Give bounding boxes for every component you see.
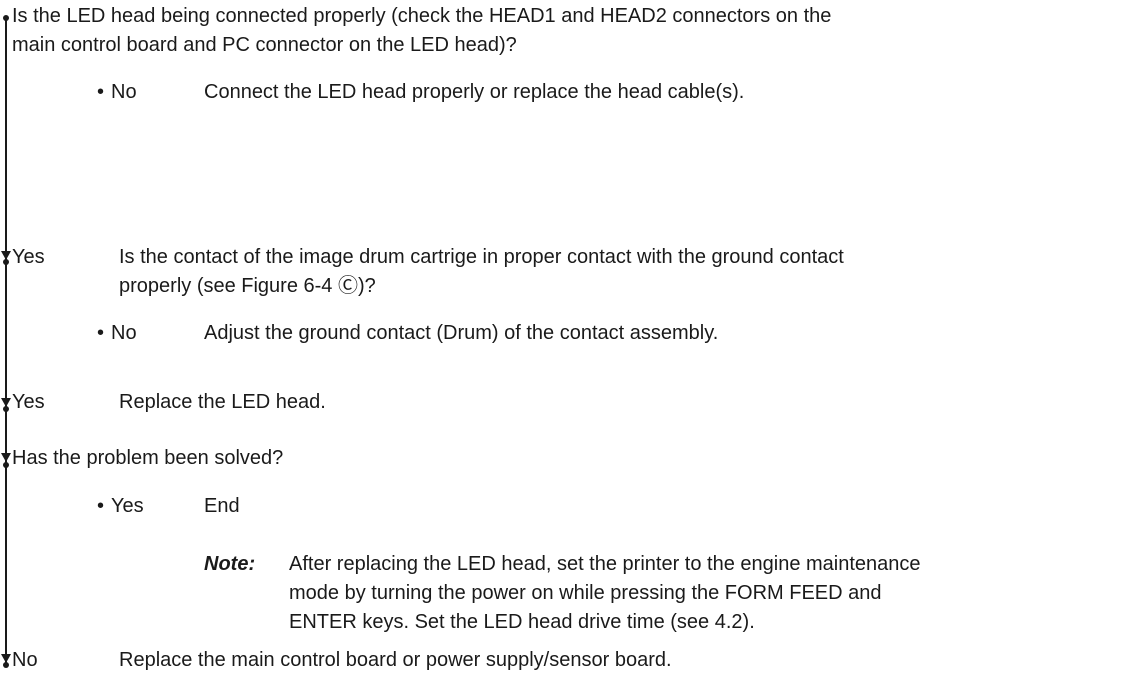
flow-connector-line xyxy=(5,18,7,663)
yes-2-action: Replace the LED head. xyxy=(119,391,326,413)
no-1-action: Connect the LED head properly or replace… xyxy=(204,81,745,103)
no-3-action: Replace the main control board or power … xyxy=(119,649,672,671)
no-1-answer: No xyxy=(111,81,137,103)
flow-dot-no3 xyxy=(3,662,9,668)
flow-arrow-q2 xyxy=(1,453,11,462)
no-3-answer: No xyxy=(12,649,38,671)
no-1-bullet: • xyxy=(97,81,105,103)
troubleshooting-flowchart: Is the LED head being connected properly… xyxy=(0,0,1130,679)
question-1-line-2: main control board and PC connector on t… xyxy=(12,34,517,56)
flow-dot-yes1 xyxy=(3,259,9,265)
flow-dot-yes2 xyxy=(3,406,9,412)
yes-1-line-1: Is the contact of the image drum cartrig… xyxy=(119,246,844,268)
flow-dot-q2 xyxy=(3,462,9,468)
note-line-2: mode by turning the power on while press… xyxy=(289,582,882,604)
flow-start-dot xyxy=(3,15,9,21)
note-line-3: ENTER keys. Set the LED head drive time … xyxy=(289,611,755,633)
no-2-action: Adjust the ground contact (Drum) of the … xyxy=(204,322,719,344)
no-2-answer: No xyxy=(111,322,137,344)
yes-3-action: End xyxy=(204,495,240,517)
yes-3-bullet: • xyxy=(97,495,105,517)
note-label: Note: xyxy=(204,553,256,575)
note-line-1: After replacing the LED head, set the pr… xyxy=(289,553,921,575)
yes-1-answer: Yes xyxy=(12,246,45,268)
yes-1-line-2: properly (see Figure 6-4 Ⓒ)? xyxy=(119,275,376,297)
question-1-line-1: Is the LED head being connected properly… xyxy=(12,5,832,27)
question-2: Has the problem been solved? xyxy=(12,447,284,469)
no-2-bullet: • xyxy=(97,322,105,344)
yes-2-answer: Yes xyxy=(12,391,45,413)
yes-3-answer: Yes xyxy=(111,495,144,517)
